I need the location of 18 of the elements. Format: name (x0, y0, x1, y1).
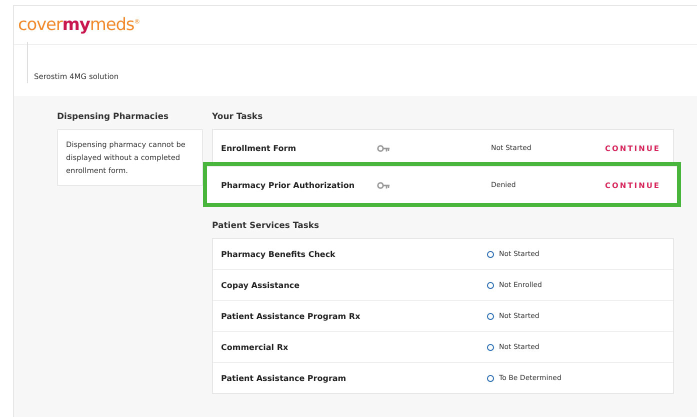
status-ring-icon (487, 344, 494, 350)
status-ring-icon (487, 250, 494, 258)
service-name: Patient Assistance Program Rx (221, 312, 362, 320)
section-title: Your Tasks (212, 112, 264, 122)
status-ring-icon (487, 312, 494, 320)
task-name: Pharmacy Prior Authorization (221, 180, 356, 190)
status-ring-icon (487, 282, 494, 288)
task-name: Enrollment Form (221, 144, 298, 152)
service-name: Copay Assistance (221, 280, 301, 290)
status-ring-icon (487, 374, 494, 382)
section-title: Patient Services Tasks (212, 221, 320, 231)
service-name: Patient Assistance Program (221, 374, 348, 382)
section-title: Dispensing Pharmacies (57, 112, 170, 122)
brand-logo[interactable]: covermymeds$^{®}$ (18, 15, 140, 35)
service-name: Pharmacy Benefits Check (221, 250, 336, 258)
key-icon (377, 182, 390, 188)
service-name: Commercial Rx (221, 342, 290, 352)
key-icon (377, 144, 390, 152)
